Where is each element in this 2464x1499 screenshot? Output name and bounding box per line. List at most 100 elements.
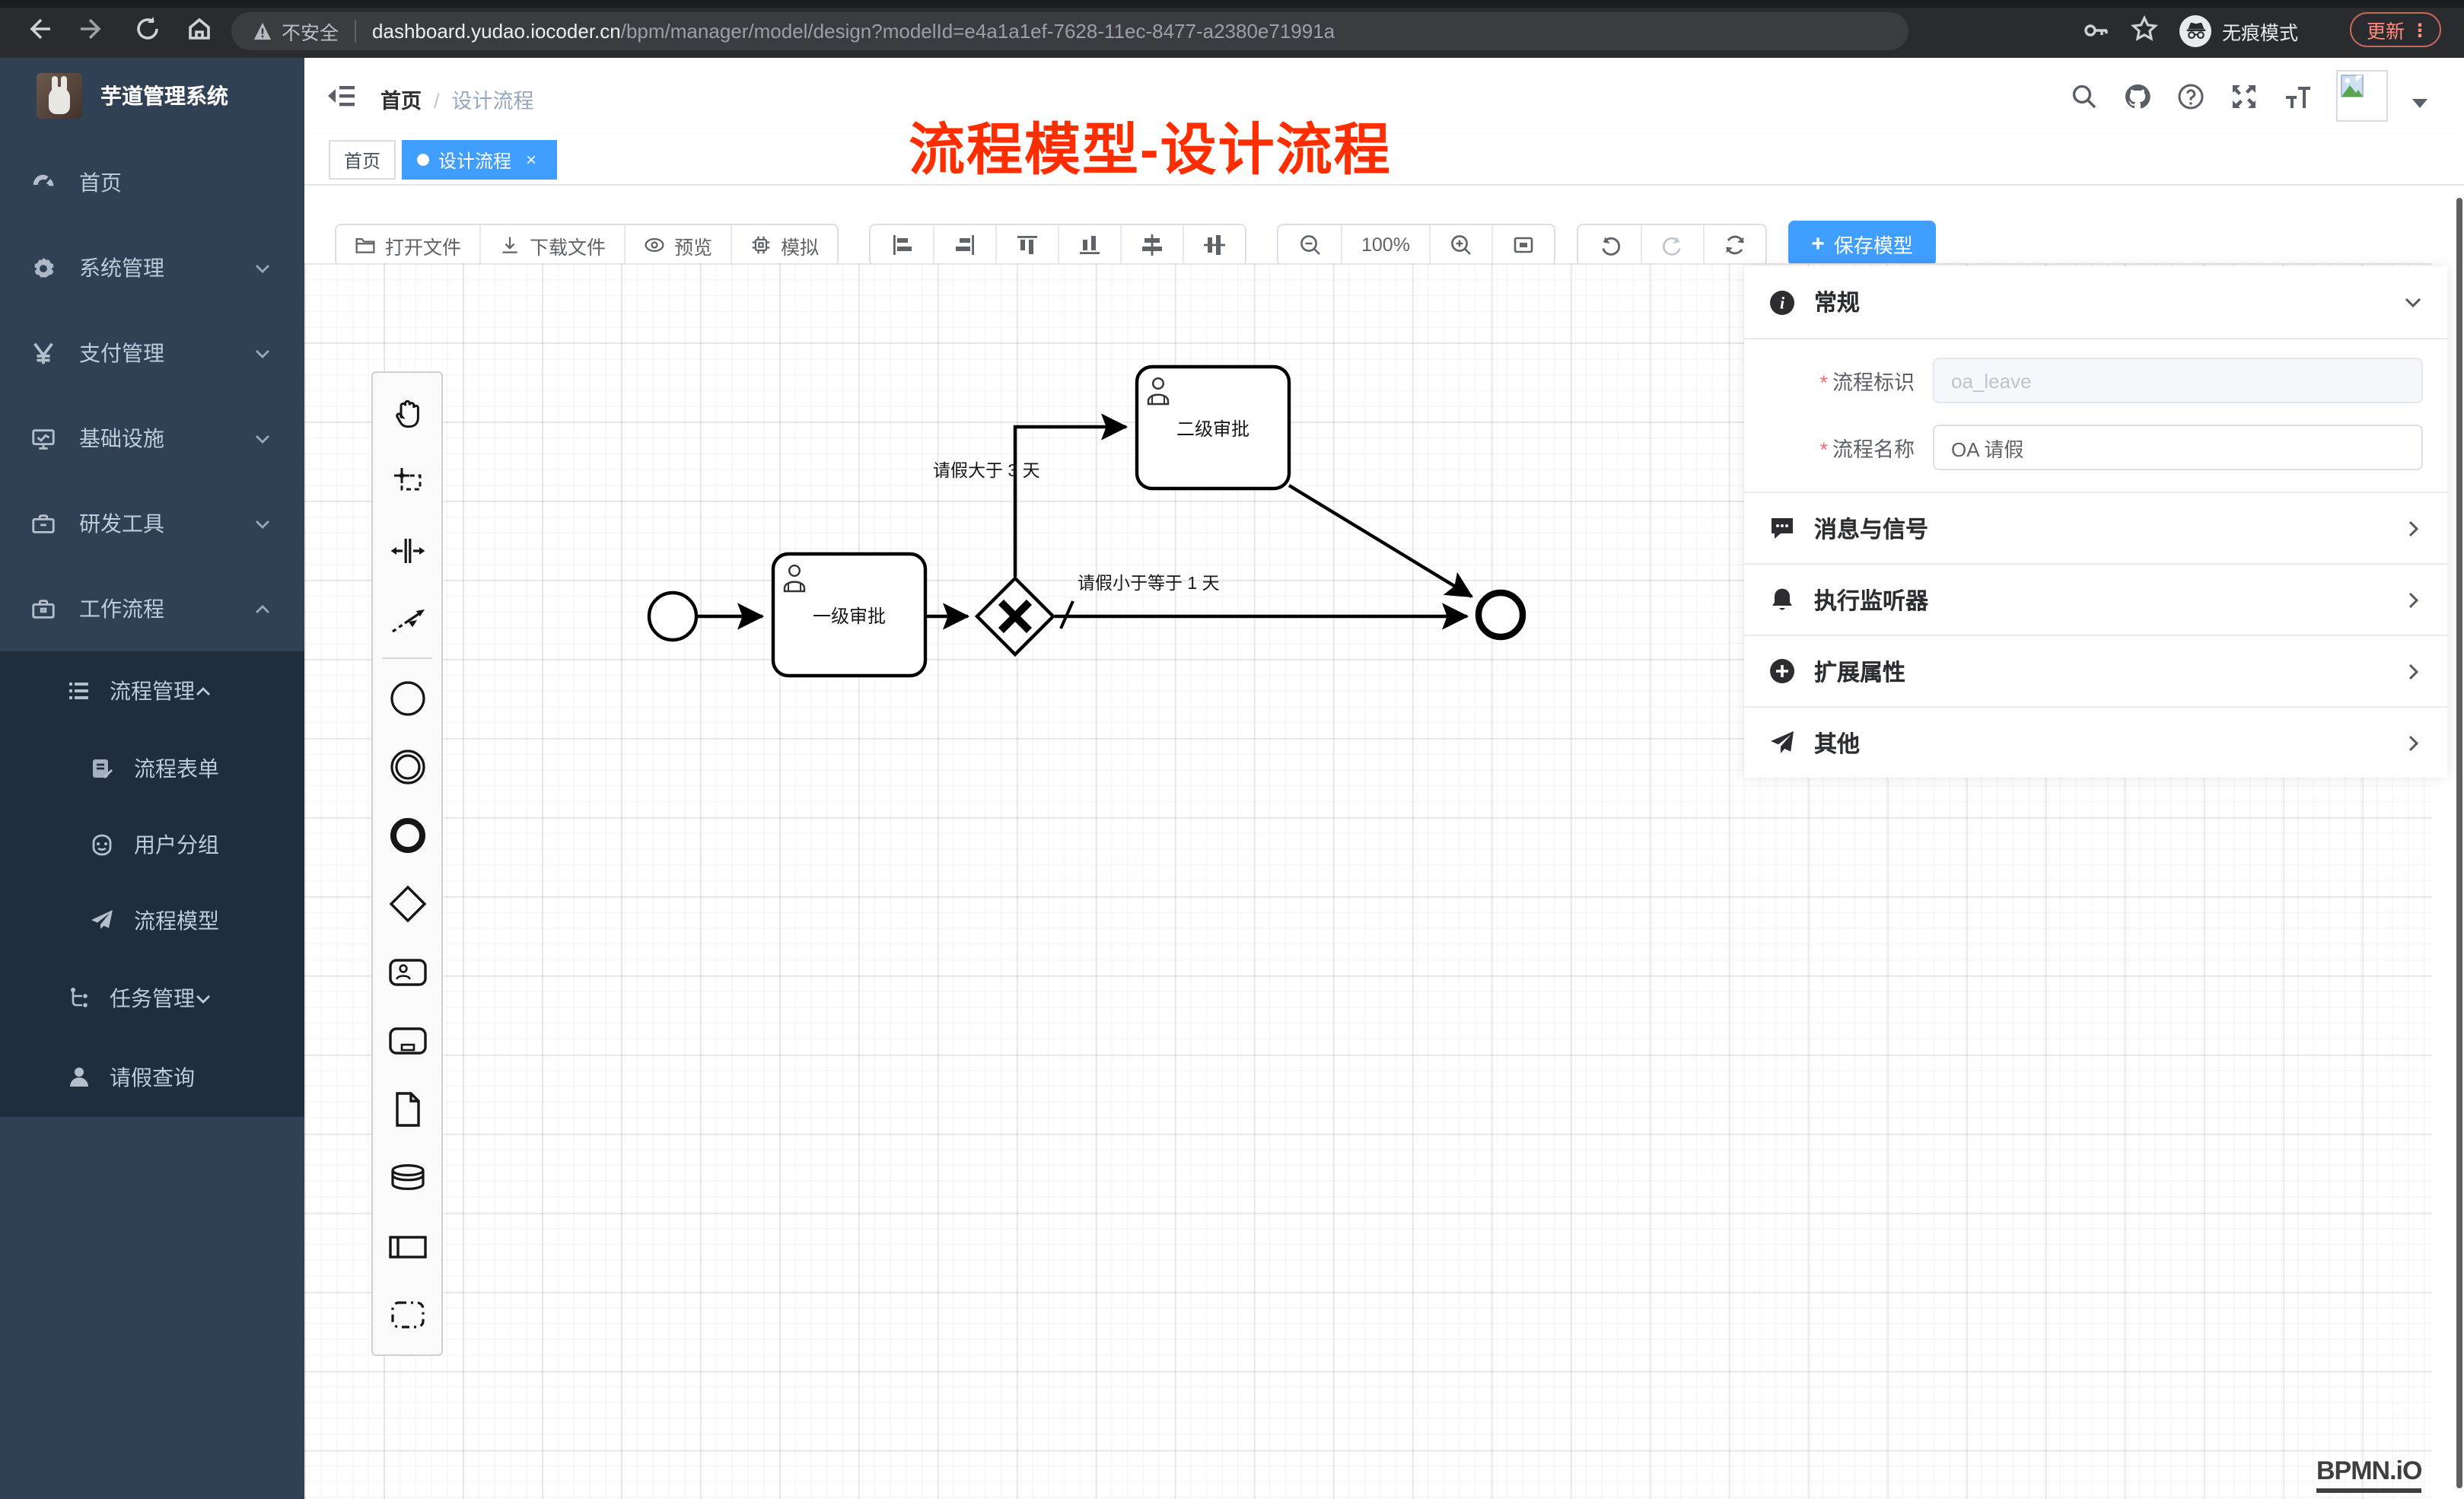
caret-down-icon[interactable] bbox=[2412, 98, 2427, 115]
sidebar-item-system[interactable]: 系统管理 bbox=[0, 225, 304, 310]
breadcrumb: 首页/设计流程 bbox=[380, 84, 534, 114]
font-size-icon[interactable] bbox=[2283, 81, 2312, 110]
toolbox-icon bbox=[30, 511, 56, 536]
reload-icon[interactable] bbox=[134, 15, 161, 43]
plus-icon: + bbox=[1811, 232, 1825, 255]
align-right-button[interactable] bbox=[933, 225, 995, 265]
tab-label: 设计流程 bbox=[438, 147, 511, 173]
sidebar-item-process-form[interactable]: 流程表单 bbox=[0, 730, 304, 807]
simulate-button[interactable]: 模拟 bbox=[731, 225, 837, 265]
security-label[interactable]: 不安全 bbox=[282, 17, 339, 46]
zoom-button-group: 100% bbox=[1277, 224, 1555, 266]
sidebar-item-task-mgmt[interactable]: 任务管理 bbox=[0, 959, 304, 1038]
forward-icon[interactable] bbox=[79, 15, 107, 43]
zoom-in-button[interactable] bbox=[1429, 225, 1491, 265]
sidebar-item-home[interactable]: 首页 bbox=[0, 140, 304, 225]
sidebar-item-label: 研发工具 bbox=[79, 508, 164, 539]
url-path[interactable]: /bpm/manager/model/design?modelId=e4a1a1… bbox=[621, 20, 1335, 43]
end-event[interactable] bbox=[1479, 593, 1523, 637]
section-title: 其他 bbox=[1814, 727, 1860, 759]
sidebar-item-leave-query[interactable]: 请假查询 bbox=[0, 1038, 304, 1117]
align-hcenter-button[interactable] bbox=[1120, 225, 1183, 265]
task-level2-label[interactable]: 二级审批 bbox=[1137, 367, 1289, 489]
home-icon[interactable] bbox=[186, 15, 213, 43]
back-icon[interactable] bbox=[24, 15, 52, 43]
sidebar-item-process-mgmt[interactable]: 流程管理 bbox=[0, 651, 304, 730]
star-icon[interactable] bbox=[2131, 15, 2158, 43]
align-top-button[interactable] bbox=[995, 225, 1058, 265]
section-title: 执行监听器 bbox=[1814, 584, 1928, 616]
section-message-signal[interactable]: 消息与信号 bbox=[1744, 492, 2447, 563]
sidebar-item-payment[interactable]: 支付管理 bbox=[0, 310, 304, 396]
properties-panel: i 常规 *流程标识 *流程名称 消息与信号 执行监听器 bbox=[1744, 266, 2447, 778]
breadcrumb-home[interactable]: 首页 bbox=[380, 90, 422, 113]
tree-list-icon bbox=[67, 679, 91, 703]
dashboard-icon bbox=[30, 170, 56, 196]
scrollbar[interactable] bbox=[2456, 198, 2462, 1488]
info-icon: i bbox=[1768, 288, 1796, 316]
sidebar-item-label: 流程表单 bbox=[134, 753, 219, 784]
help-icon[interactable] bbox=[2176, 81, 2205, 110]
bpmn-io-logo[interactable]: BPMN.iO bbox=[2316, 1456, 2421, 1493]
process-key-input[interactable] bbox=[1933, 358, 2423, 403]
browser-menu-icon[interactable]: ⋮ bbox=[2411, 19, 2429, 40]
refresh-button[interactable] bbox=[1703, 225, 1765, 265]
close-icon[interactable]: × bbox=[520, 149, 542, 170]
start-event[interactable] bbox=[649, 593, 696, 640]
flow-task2-to-end[interactable] bbox=[1289, 485, 1472, 597]
fullscreen-icon[interactable] bbox=[2230, 81, 2259, 110]
address-bar[interactable]: 不安全 dashboard.yudao.iocoder.cn/bpm/manag… bbox=[231, 12, 1908, 50]
process-name-input[interactable] bbox=[1933, 425, 2423, 470]
align-bottom-icon bbox=[1078, 233, 1102, 257]
search-icon[interactable] bbox=[2070, 81, 2099, 110]
button-label: 模拟 bbox=[781, 231, 819, 259]
redo-button[interactable] bbox=[1641, 225, 1703, 265]
align-bottom-button[interactable] bbox=[1058, 225, 1120, 265]
update-label[interactable]: 更新 bbox=[2367, 15, 2405, 44]
sidebar: 芋道管理系统 首页 系统管理 支付管理 基础设施 bbox=[0, 58, 304, 1499]
undo-button[interactable] bbox=[1578, 225, 1641, 265]
url-host[interactable]: dashboard.yudao.iocoder.cn bbox=[372, 20, 621, 43]
sidebar-item-label: 流程模型 bbox=[134, 905, 219, 936]
align-vcenter-button[interactable] bbox=[1183, 225, 1245, 265]
designer-toolbar: 打开文件 下载文件 预览 模拟 100% bbox=[304, 186, 2464, 265]
align-left-button[interactable] bbox=[871, 225, 933, 265]
save-model-button[interactable]: + 保存模型 bbox=[1788, 221, 1936, 266]
section-other[interactable]: 其他 bbox=[1744, 706, 2447, 778]
download-file-button[interactable]: 下载文件 bbox=[479, 225, 624, 265]
section-execution-listener[interactable]: 执行监听器 bbox=[1744, 563, 2447, 635]
browser-update-button[interactable]: 更新 ⋮ bbox=[2350, 12, 2441, 47]
button-label: 保存模型 bbox=[1834, 229, 1913, 258]
sidebar-item-workflow[interactable]: 工作流程 bbox=[0, 566, 304, 651]
section-extended-attributes[interactable]: 扩展属性 bbox=[1744, 635, 2447, 706]
reset-view-button[interactable] bbox=[1491, 225, 1554, 265]
sidebar-item-process-model[interactable]: 流程模型 bbox=[0, 883, 304, 959]
tab-design-process[interactable]: 设计流程 × bbox=[402, 140, 557, 180]
tab-home[interactable]: 首页 bbox=[329, 140, 396, 180]
flow-tree-icon bbox=[67, 986, 91, 1010]
avatar[interactable] bbox=[2336, 70, 2388, 122]
github-icon[interactable] bbox=[2123, 81, 2152, 110]
navbar-actions bbox=[2070, 58, 2427, 134]
chevron-down-icon bbox=[2403, 292, 2423, 312]
flow-condition-gt-label[interactable]: 请假大于 3 天 bbox=[933, 458, 1040, 482]
key-icon[interactable] bbox=[2082, 17, 2109, 44]
sidebar-item-infra[interactable]: 基础设施 bbox=[0, 396, 304, 481]
app-logo[interactable]: 芋道管理系统 bbox=[0, 58, 304, 134]
sidebar-item-devtools[interactable]: 研发工具 bbox=[0, 481, 304, 566]
chevron-right-icon bbox=[2403, 661, 2423, 681]
zoom-out-button[interactable] bbox=[1278, 225, 1341, 265]
section-general[interactable]: i 常规 bbox=[1744, 266, 2447, 338]
preview-button[interactable]: 预览 bbox=[624, 225, 731, 265]
task-level1-label[interactable]: 一级审批 bbox=[773, 554, 925, 676]
open-file-button[interactable]: 打开文件 bbox=[336, 225, 479, 265]
zoom-out-icon bbox=[1297, 233, 1322, 257]
sidebar-item-user-group[interactable]: 用户分组 bbox=[0, 807, 304, 883]
eye-icon bbox=[644, 234, 665, 256]
incognito-label: 无痕模式 bbox=[2222, 16, 2298, 45]
robot-icon bbox=[90, 832, 114, 857]
flow-gateway-to-task2[interactable] bbox=[1015, 427, 1126, 577]
flow-condition-le-label[interactable]: 请假小于等于 1 天 bbox=[1078, 571, 1220, 595]
workflow-submenu: 流程管理 流程表单 用户分组 流程模型 任务管理 bbox=[0, 651, 304, 1117]
hamburger-icon[interactable] bbox=[326, 81, 356, 111]
